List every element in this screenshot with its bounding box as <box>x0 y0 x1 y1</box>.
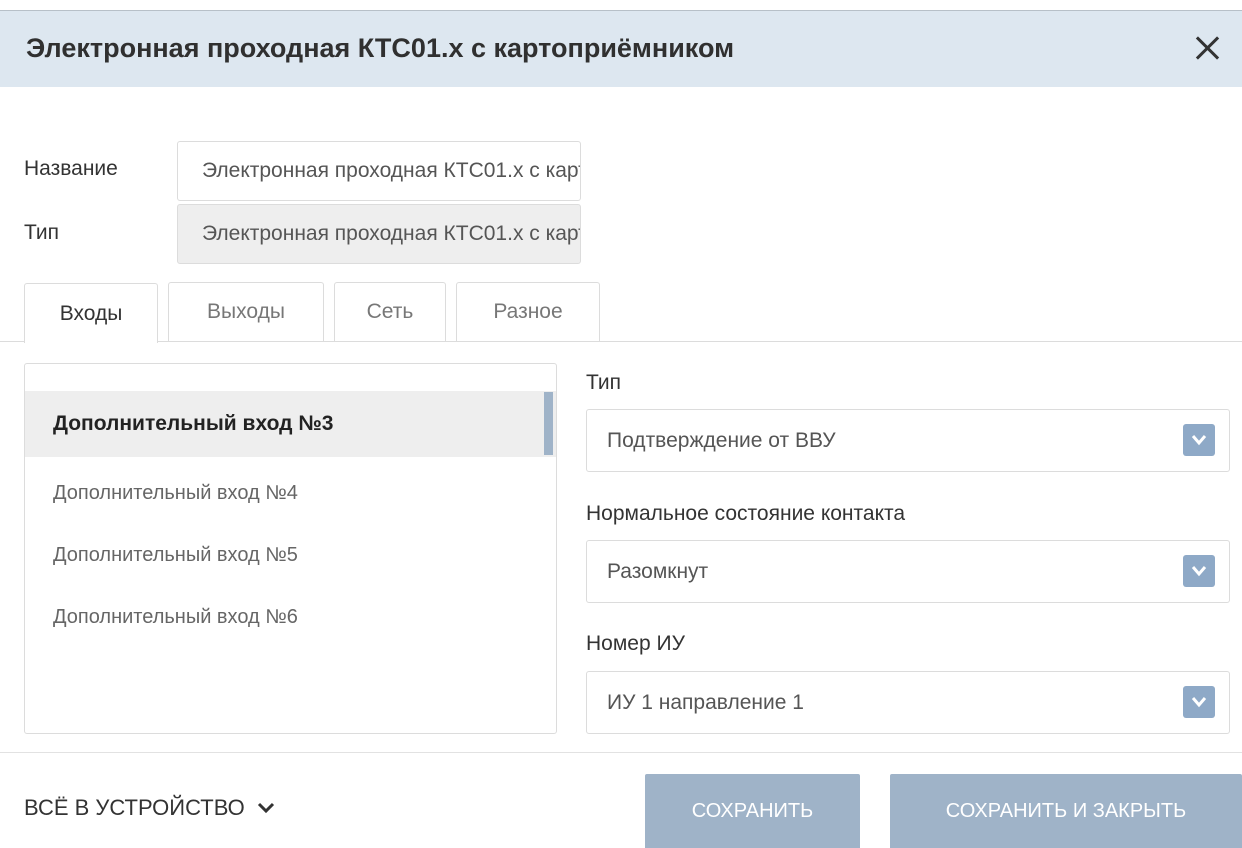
list-item-input-4[interactable]: Дополнительный вход №4 <box>25 460 556 526</box>
device-settings-dialog: Электронная проходная КТС01.х с картопри… <box>0 0 1242 848</box>
list-item-input-6[interactable]: Дополнительный вход №6 <box>25 584 556 650</box>
chevron-down-icon[interactable] <box>1183 686 1215 718</box>
save-and-close-button[interactable]: СОХРАНИТЬ И ЗАКРЫТЬ <box>890 774 1242 848</box>
name-field[interactable] <box>177 141 581 201</box>
inputs-list: Дополнительный вход №3 Дополнительный вх… <box>24 363 557 734</box>
contact-state-value: Разомкнут <box>607 560 709 583</box>
list-item-input-5[interactable]: Дополнительный вход №5 <box>25 522 556 588</box>
tab-inputs[interactable]: Входы <box>24 283 158 343</box>
contact-state-select[interactable]: Разомкнут <box>586 540 1230 603</box>
chevron-down-icon[interactable] <box>1183 555 1215 587</box>
input-type-select[interactable]: Подтверждение от ВВУ <box>586 409 1230 472</box>
dialog-title: Электронная проходная КТС01.х с картопри… <box>26 33 735 63</box>
input-type-label: Тип <box>586 371 622 394</box>
chevron-down-icon <box>257 802 274 814</box>
close-icon[interactable] <box>1186 27 1228 69</box>
type-field <box>177 204 581 264</box>
tab-network[interactable]: Сеть <box>334 282 446 341</box>
tab-misc[interactable]: Разное <box>456 282 600 341</box>
tab-outputs[interactable]: Выходы <box>168 282 324 341</box>
dialog-header: Электронная проходная КТС01.х с картопри… <box>0 11 1242 87</box>
type-label: Тип <box>24 221 60 244</box>
input-type-value: Подтверждение от ВВУ <box>607 429 836 452</box>
all-to-device-button[interactable]: ВСЁ В УСТРОЙСТВО <box>24 790 275 826</box>
list-scrollbar[interactable] <box>544 392 553 455</box>
footer-divider <box>0 752 1242 753</box>
actuator-number-value: ИУ 1 направление 1 <box>607 691 804 714</box>
save-button[interactable]: СОХРАНИТЬ <box>645 774 860 848</box>
contact-state-label: Нормальное состояние контакта <box>586 502 906 525</box>
all-to-device-label: ВСЁ В УСТРОЙСТВО <box>24 795 245 820</box>
actuator-number-select[interactable]: ИУ 1 направление 1 <box>586 671 1230 734</box>
list-item-input-3[interactable]: Дополнительный вход №3 <box>25 391 556 457</box>
name-label: Название <box>24 157 118 180</box>
actuator-number-label: Номер ИУ <box>586 632 685 655</box>
chevron-down-icon[interactable] <box>1183 424 1215 456</box>
tabs-divider <box>0 341 1242 342</box>
